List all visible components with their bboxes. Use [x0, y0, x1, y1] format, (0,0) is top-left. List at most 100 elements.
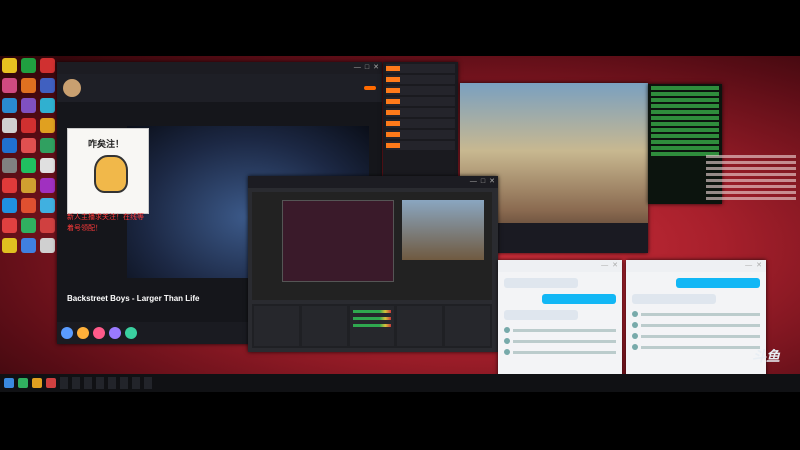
scenes-dock[interactable] — [254, 306, 299, 346]
gift-icon[interactable] — [77, 327, 89, 339]
app-icon[interactable] — [40, 118, 55, 133]
app-icon[interactable] — [40, 58, 55, 73]
taskbar-item[interactable] — [108, 377, 116, 389]
app-icon[interactable] — [40, 138, 55, 153]
avatar — [632, 311, 638, 317]
app-icon[interactable] — [21, 78, 36, 93]
minimize-icon[interactable]: — — [745, 260, 752, 272]
chat-row[interactable] — [386, 86, 455, 95]
app-icon[interactable] — [2, 198, 17, 213]
taskbar-item[interactable] — [60, 377, 68, 389]
chat-row[interactable] — [386, 141, 455, 150]
app-icon[interactable] — [2, 58, 17, 73]
start-icon[interactable] — [4, 378, 14, 388]
app-icon[interactable] — [40, 238, 55, 253]
close-icon[interactable]: ✕ — [489, 176, 495, 188]
app-icon[interactable] — [2, 218, 17, 233]
taskbar-item[interactable] — [96, 377, 104, 389]
app-icon[interactable] — [46, 378, 56, 388]
list-item[interactable] — [632, 321, 760, 329]
qq-chat-window: — ✕ — [626, 260, 766, 374]
nested-preview — [282, 200, 394, 282]
taskbar-item[interactable] — [132, 377, 140, 389]
maximize-icon[interactable]: □ — [365, 62, 369, 74]
gift-icon[interactable] — [61, 327, 73, 339]
audio-meter[interactable] — [352, 317, 392, 320]
app-icon[interactable] — [40, 78, 55, 93]
controls-dock[interactable] — [445, 306, 490, 346]
avatar[interactable] — [63, 79, 81, 97]
red-notice: 新人主播求关注！在线等着号领配！ — [67, 214, 144, 232]
app-icon[interactable] — [18, 378, 28, 388]
chat-row[interactable] — [386, 108, 455, 117]
app-icon[interactable] — [2, 178, 17, 193]
app-icon[interactable] — [2, 138, 17, 153]
maximize-icon[interactable]: □ — [481, 176, 485, 188]
app-icon[interactable] — [2, 118, 17, 133]
app-icon[interactable] — [21, 178, 36, 193]
app-icon[interactable] — [21, 218, 36, 233]
desktop: — □ ✕ 咋矣注！ 新人主播求关注！在线等着号领配！ Backstreet B… — [0, 56, 800, 374]
letterbox-top — [0, 0, 800, 56]
list-item[interactable] — [632, 310, 760, 318]
app-icon[interactable] — [21, 118, 36, 133]
audio-meter[interactable] — [352, 324, 392, 327]
app-icon[interactable] — [32, 378, 42, 388]
app-icon[interactable] — [21, 158, 36, 173]
list-item[interactable] — [504, 326, 616, 334]
app-icon[interactable] — [40, 218, 55, 233]
minimize-icon[interactable]: — — [354, 62, 361, 74]
level-badge — [386, 121, 400, 126]
app-icon[interactable] — [2, 238, 17, 253]
app-icon[interactable] — [40, 178, 55, 193]
obs-window: — □ ✕ — [248, 176, 498, 352]
list-item[interactable] — [632, 332, 760, 340]
avatar — [504, 349, 510, 355]
level-badge — [386, 99, 400, 104]
chat-row[interactable] — [386, 130, 455, 139]
app-icon[interactable] — [2, 78, 17, 93]
taskbar-item[interactable] — [72, 377, 80, 389]
app-icon[interactable] — [21, 58, 36, 73]
app-icon[interactable] — [40, 158, 55, 173]
close-icon[interactable]: ✕ — [373, 62, 379, 74]
audio-mixer-dock[interactable] — [349, 306, 395, 346]
obs-titlebar: — □ ✕ — [248, 176, 498, 188]
list-item[interactable] — [632, 343, 760, 351]
app-icon[interactable] — [21, 138, 36, 153]
chat-row[interactable] — [386, 97, 455, 106]
app-icon[interactable] — [21, 238, 36, 253]
gift-icon[interactable] — [93, 327, 105, 339]
gift-icon[interactable] — [109, 327, 121, 339]
sources-dock[interactable] — [301, 306, 347, 346]
chat-row[interactable] — [386, 75, 455, 84]
close-icon[interactable]: ✕ — [756, 260, 762, 272]
transitions-dock[interactable] — [397, 306, 443, 346]
level-badge — [386, 77, 400, 82]
follow-button[interactable] — [364, 86, 376, 90]
window-controls: — ✕ — [601, 260, 618, 272]
minimize-icon[interactable]: — — [470, 176, 477, 188]
level-badge — [386, 132, 400, 137]
app-icon[interactable] — [21, 198, 36, 213]
window-controls: — □ ✕ — [470, 176, 495, 188]
app-icon[interactable] — [2, 98, 17, 113]
gift-icon[interactable] — [125, 327, 137, 339]
app-icon[interactable] — [21, 98, 36, 113]
taskbar-item[interactable] — [144, 377, 152, 389]
minimize-icon[interactable]: — — [601, 260, 608, 272]
chat-row[interactable] — [386, 64, 455, 73]
taskbar-item[interactable] — [120, 377, 128, 389]
close-icon[interactable]: ✕ — [612, 260, 618, 272]
app-icon[interactable] — [2, 158, 17, 173]
level-badge — [386, 110, 400, 115]
list-item[interactable] — [504, 337, 616, 345]
app-icon[interactable] — [40, 198, 55, 213]
stream-header — [57, 74, 382, 102]
taskbar-item[interactable] — [84, 377, 92, 389]
list-item[interactable] — [504, 348, 616, 356]
app-icon[interactable] — [40, 98, 55, 113]
obs-preview[interactable] — [252, 192, 492, 300]
chat-row[interactable] — [386, 119, 455, 128]
audio-meter[interactable] — [352, 310, 392, 313]
